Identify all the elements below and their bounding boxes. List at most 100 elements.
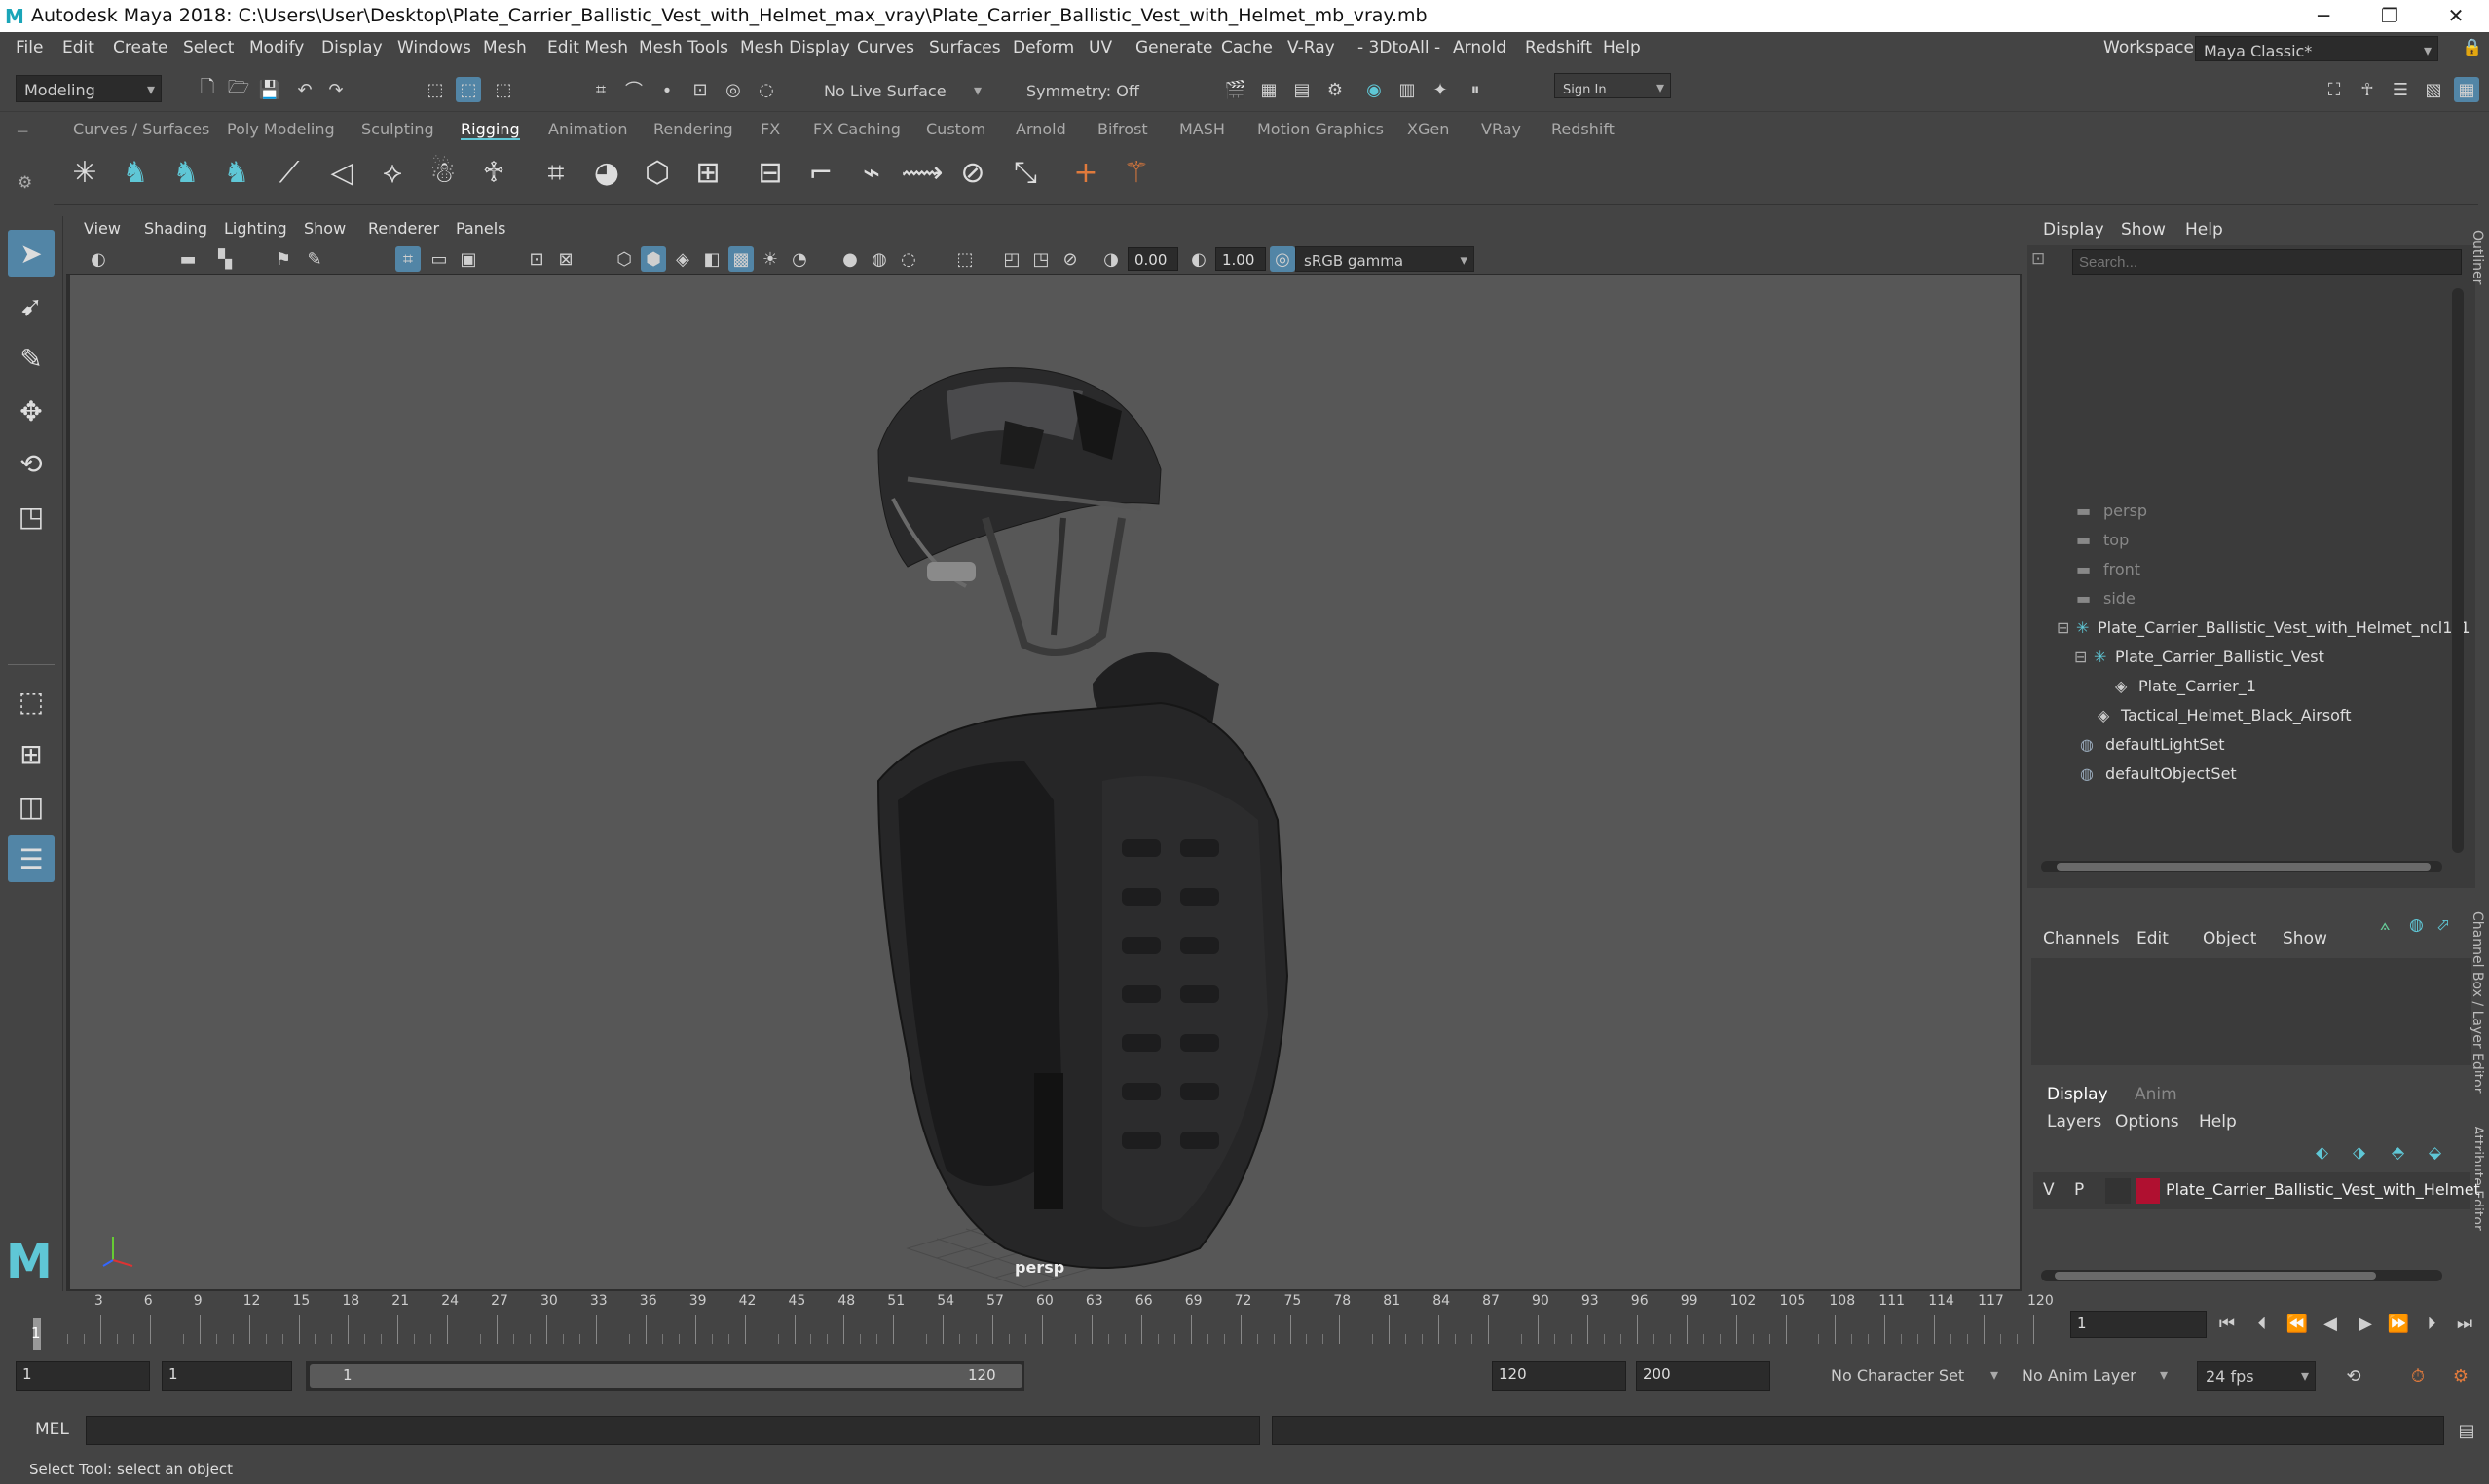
snap-vertex-icon[interactable]: ◌	[754, 77, 779, 102]
select-object-icon[interactable]: ⬚	[456, 77, 481, 102]
playback-end-field[interactable]: 120	[1492, 1361, 1626, 1391]
layer-color-swatch[interactable]	[2136, 1178, 2160, 1204]
shelf-tab-vray[interactable]: VRay	[1481, 120, 1521, 138]
joint-icon[interactable]: ✳	[63, 151, 106, 194]
outliner-h-scrollbar[interactable]	[2041, 861, 2442, 872]
move-layer-down-icon[interactable]: ⬗	[2353, 1143, 2365, 1163]
four-view-icon[interactable]: ⊞	[8, 730, 55, 777]
menu-select[interactable]: Select	[183, 38, 234, 57]
paint-select-tool-icon[interactable]: ✎	[8, 335, 55, 382]
resolution-gate-icon[interactable]: ▣	[456, 246, 481, 272]
snap-curve-icon[interactable]: ⌒	[621, 77, 647, 102]
menu-mesh-display[interactable]: Mesh Display	[740, 38, 850, 57]
channel-box-icon-2[interactable]: ◍	[2409, 915, 2424, 935]
character-icon[interactable]: ☃	[422, 151, 464, 194]
wireframe-on-shaded-icon[interactable]: ◈	[670, 246, 695, 272]
bookmark-icon[interactable]: ▚	[212, 246, 238, 272]
lattice-icon[interactable]: ⌗	[535, 151, 577, 194]
film-gate-icon[interactable]: ▭	[427, 246, 452, 272]
camera-attributes-icon[interactable]: ◐	[86, 246, 111, 272]
layer-menu-layers[interactable]: Layers	[2047, 1112, 2101, 1132]
step-back-frame-icon[interactable]: ⏴	[2249, 1311, 2275, 1336]
textured-icon[interactable]: ◧	[699, 246, 724, 272]
go-to-end-icon[interactable]: ⏭	[2452, 1311, 2477, 1336]
outliner-menu-help[interactable]: Help	[2185, 220, 2223, 240]
shelf-tab-rigging[interactable]: Rigging	[461, 120, 520, 140]
bind-skin-icon[interactable]: ⊟	[749, 151, 792, 194]
pause-icon[interactable]: ⏸	[1463, 77, 1488, 102]
command-input[interactable]	[86, 1416, 1260, 1445]
layer-playback-toggle[interactable]: P	[2074, 1180, 2084, 1200]
layer-tab-anim[interactable]: Anim	[2135, 1085, 2177, 1104]
isolate-select-icon[interactable]: ⬚	[952, 246, 978, 272]
loop-icon[interactable]: ⟲	[2341, 1363, 2366, 1389]
render-sequence-icon[interactable]: ▥	[1394, 77, 1420, 102]
menu-create[interactable]: Create	[113, 38, 168, 57]
ambient-occlusion-icon[interactable]: ◔	[787, 246, 812, 272]
outliner-item-vest-group[interactable]: ⊟ ✳ Plate_Carrier_Ballistic_Vest	[2074, 643, 2489, 672]
new-layer-icon[interactable]: ⬘	[2392, 1143, 2404, 1163]
shelf-tab-motion-graphics[interactable]: Motion Graphics	[1257, 120, 1384, 138]
vp-menu-view[interactable]: View	[84, 219, 121, 238]
two-view-icon[interactable]: ◫	[8, 783, 55, 830]
lasso-tool-icon[interactable]: ➹	[8, 282, 55, 329]
shelf-tab-poly-modeling[interactable]: Poly Modeling	[227, 120, 335, 138]
menu-mesh-tools[interactable]: Mesh Tools	[639, 38, 728, 57]
layer-h-scrollbar[interactable]	[2041, 1270, 2442, 1281]
select-component-icon[interactable]: ⬚	[491, 77, 516, 102]
maximize-button[interactable]: ❐	[2360, 0, 2419, 32]
outliner-persp-layout-icon[interactable]: ☰	[8, 835, 55, 882]
wireframe-icon[interactable]: ⬡	[612, 246, 637, 272]
menu-generate[interactable]: Generate	[1135, 38, 1212, 57]
ik-spline-icon[interactable]: ◁	[320, 151, 363, 194]
layer-name[interactable]: Plate_Carrier_Ballistic_Vest_with_Helmet	[2166, 1180, 2480, 1199]
scrollbar-thumb[interactable]	[2057, 863, 2431, 871]
collapse-icon[interactable]: ⊟	[2074, 648, 2087, 666]
vp-menu-renderer[interactable]: Renderer	[368, 219, 439, 238]
constraint-orient-icon[interactable]: ⊘	[951, 151, 994, 194]
constraint-point-icon[interactable]: ⌁	[850, 151, 893, 194]
shelf-tab-arnold[interactable]: Arnold	[1016, 120, 1066, 138]
snap-point-icon[interactable]: ∙	[654, 77, 680, 102]
menu-surfaces[interactable]: Surfaces	[929, 38, 1001, 57]
skin-bind-icon[interactable]: ⟡	[371, 151, 414, 194]
smooth-shade-icon[interactable]: ⬢	[641, 246, 666, 272]
character-controls-icon[interactable]: ☥	[2355, 77, 2380, 102]
paint-weights-icon[interactable]: ⌐	[799, 151, 842, 194]
humanik-defs-icon[interactable]: ♞	[165, 151, 207, 194]
ik-handle-icon[interactable]: ⟋	[268, 151, 311, 194]
channel-menu-show[interactable]: Show	[2283, 929, 2327, 948]
outliner-v-scrollbar[interactable]	[2452, 288, 2464, 853]
shelf-tab-custom[interactable]: Custom	[926, 120, 985, 138]
outliner-item-default-light-set[interactable]: ◍ defaultLightSet	[2080, 730, 2489, 760]
script-language-label[interactable]: MEL	[35, 1420, 69, 1439]
tool-settings-icon[interactable]: ▧	[2421, 77, 2446, 102]
sign-in-button[interactable]: Sign In ▾	[1554, 73, 1671, 98]
auto-key-icon[interactable]: ⏱	[2405, 1363, 2431, 1389]
open-scene-icon[interactable]: 🗁	[226, 77, 251, 102]
scrollbar-thumb[interactable]	[2055, 1272, 2376, 1280]
shelf-tab-bifrost[interactable]: Bifrost	[1097, 120, 1148, 138]
camera-icon[interactable]: ▬	[175, 246, 201, 272]
select-hierarchy-icon[interactable]: ⬚	[423, 77, 448, 102]
menu-windows[interactable]: Windows	[397, 38, 471, 57]
vp-menu-shading[interactable]: Shading	[144, 219, 207, 238]
render-frame-icon[interactable]: ▦	[1256, 77, 1282, 102]
scene-end-field[interactable]: 200	[1636, 1361, 1770, 1391]
shelf-tab-fx[interactable]: FX	[761, 120, 780, 138]
step-back-key-icon[interactable]: ⏪	[2285, 1311, 2310, 1336]
mode-dropdown[interactable]: Modeling ▾	[16, 75, 162, 102]
outliner-menu-display[interactable]: Display	[2043, 220, 2104, 240]
shadows-icon[interactable]: ☀	[758, 246, 783, 272]
move-tool-icon[interactable]: ✥	[8, 388, 55, 434]
fps-dropdown[interactable]: 24 fps ▾	[2197, 1361, 2316, 1391]
motion-blur-icon[interactable]: ●	[837, 246, 863, 272]
shelf-tab-xgen[interactable]: XGen	[1407, 120, 1449, 138]
blend-shape-icon[interactable]: ⊞	[687, 151, 729, 194]
anim-layer-dropdown[interactable]: No Anim Layer ▾	[2014, 1361, 2173, 1391]
xray-icon[interactable]: ◰	[999, 246, 1024, 272]
outliner-item-default-object-set[interactable]: ◍ defaultObjectSet	[2080, 760, 2489, 789]
render-view-icon[interactable]: 🎬	[1223, 77, 1248, 102]
save-scene-icon[interactable]: 💾	[257, 77, 282, 102]
rotate-tool-icon[interactable]: ⟲	[8, 440, 55, 487]
